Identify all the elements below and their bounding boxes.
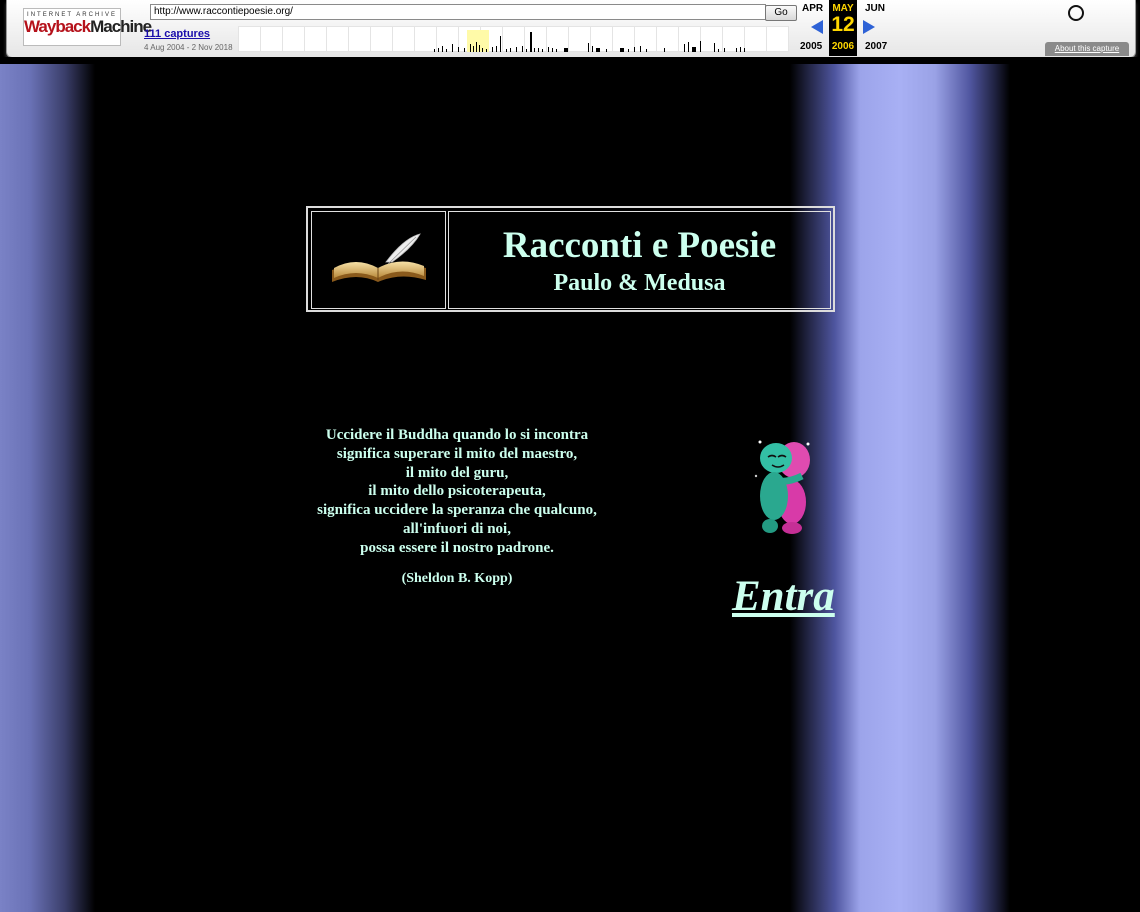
site-subtitle: Paulo & Medusa xyxy=(553,270,726,296)
loading-circle-icon xyxy=(1068,5,1084,21)
captures-link[interactable]: 111 captures xyxy=(144,28,210,40)
current-capture-date: MAY 12 2006 xyxy=(829,0,857,56)
header-text-cell: Racconti e Poesie Paulo & Medusa xyxy=(448,211,831,309)
current-year-label: 2006 xyxy=(831,41,855,52)
header-image-cell xyxy=(311,211,446,309)
quote-line: il mito dello psicoterapeuta, xyxy=(368,483,546,500)
quote-line: significa uccidere la speranza che qualc… xyxy=(317,502,597,519)
hugging-couple-icon xyxy=(754,440,810,534)
logo-word1: Wayback xyxy=(24,17,91,36)
quote-line: Uccidere il Buddha quando lo si incontra xyxy=(325,427,589,443)
logo-word2: Machine xyxy=(90,17,152,36)
enter-link[interactable]: Entra xyxy=(732,572,835,622)
capture-date-range: 4 Aug 2004 - 2 Nov 2018 xyxy=(144,43,233,52)
capture-sparkline[interactable] xyxy=(238,26,794,52)
site-title: Racconti e Poesie xyxy=(502,225,777,266)
next-capture-arrow-icon[interactable] xyxy=(863,20,875,34)
quote-line: il mito del guru, xyxy=(405,464,509,481)
next-year-label[interactable]: 2007 xyxy=(865,41,887,52)
go-button[interactable]: Go xyxy=(765,5,797,21)
open-book-with-quill-icon xyxy=(332,233,426,282)
quote-line: possa essere il nostro padrone. xyxy=(360,539,554,556)
prev-month-label[interactable]: APR xyxy=(802,3,823,14)
site-header: Racconti e Poesie Paulo & Medusa xyxy=(306,206,835,312)
calendar-navigator: APR JUN MAY 12 2006 2005 2007 xyxy=(799,0,899,57)
quote-block: Uccidere il Buddha quando lo si incontra… xyxy=(306,426,608,558)
sparkline-year-columns xyxy=(238,26,789,52)
next-month-label[interactable]: JUN xyxy=(865,3,885,14)
wayback-toolbar-panel: INTERNET ARCHIVE WaybackMachine http://w… xyxy=(6,0,1136,58)
quote-line: all'infuori di noi, xyxy=(403,520,511,537)
quote-line: significa superare il mito del maestro, xyxy=(336,445,578,462)
wayback-toolbar: INTERNET ARCHIVE WaybackMachine http://w… xyxy=(0,0,1140,64)
current-day-label: 12 xyxy=(831,13,855,36)
about-capture-button[interactable]: About this capture xyxy=(1045,42,1129,56)
url-input[interactable]: http://www.raccontiepoesie.org/ xyxy=(150,4,766,20)
logo-line2: WaybackMachine xyxy=(24,17,152,36)
prev-capture-arrow-icon[interactable] xyxy=(811,20,823,34)
quote-author: (Sheldon B. Kopp) xyxy=(401,571,513,586)
prev-year-label[interactable]: 2005 xyxy=(800,41,822,52)
wayback-logo[interactable]: INTERNET ARCHIVE WaybackMachine xyxy=(23,8,152,46)
